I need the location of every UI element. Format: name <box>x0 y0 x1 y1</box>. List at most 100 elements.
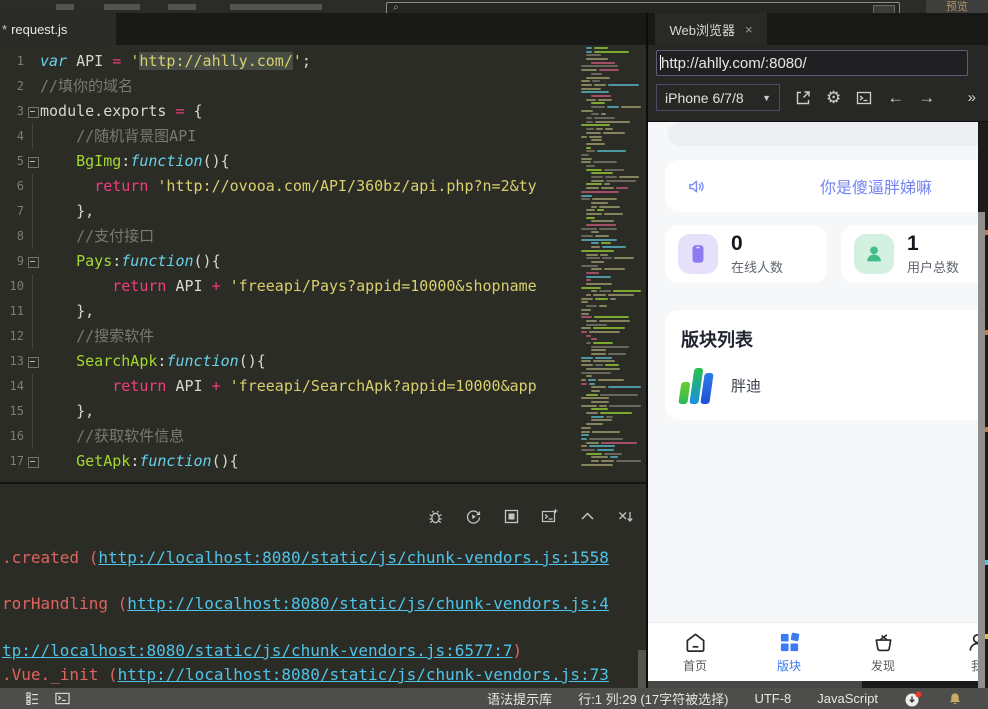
forward-icon[interactable]: → <box>918 88 935 108</box>
stacktrace-link[interactable]: http://localhost:8080/static/js/chunk-ve… <box>98 548 609 567</box>
code-line: 8 //支付接口 <box>0 224 646 249</box>
nav-label: 发现 <box>871 657 895 674</box>
restart-icon[interactable] <box>465 508 482 525</box>
url-text: http://ahlly.com/:8080/ <box>661 55 807 72</box>
nav-item-person[interactable]: 我 <box>930 623 978 682</box>
stacktrace-link[interactable]: http://localhost:8080/static/js/chunk-ve… <box>118 665 609 684</box>
stat-card: 0在线人数 <box>665 225 827 283</box>
device-select[interactable]: iPhone 6/7/8 ▼ <box>656 84 780 111</box>
fold-guide <box>24 224 40 249</box>
code-text: //随机背景图API <box>40 124 646 149</box>
editor-tabbar: * request.js <box>0 13 648 45</box>
code-text: //支付接口 <box>40 224 646 249</box>
tab-label: request.js <box>11 22 67 37</box>
code-line: 15 }, <box>0 399 646 424</box>
console-terminal-icon[interactable] <box>855 89 873 107</box>
board-logo-icon <box>678 366 721 404</box>
board-item[interactable]: 胖迪 <box>681 366 978 404</box>
language-status[interactable]: JavaScript <box>817 691 878 706</box>
settings-gear-icon[interactable]: ⚙ <box>826 88 841 108</box>
speaker-icon <box>687 177 706 196</box>
code-line: 4 //随机背景图API <box>0 124 646 149</box>
error-text: rorHandling ( <box>2 594 127 613</box>
modified-indicator: * <box>2 22 7 37</box>
code-text: }, <box>40 299 646 324</box>
update-download-icon[interactable] <box>904 691 922 707</box>
fold-marker-icon[interactable] <box>24 249 40 274</box>
console-panel: .created (http://localhost:8080/static/j… <box>0 482 648 690</box>
console-line: .Vue._init (http://localhost:8080/static… <box>2 665 609 687</box>
horizontal-scrollbar-thumb[interactable] <box>648 681 862 688</box>
clear-console-icon[interactable] <box>617 508 634 525</box>
console-scrollbar[interactable] <box>638 650 646 690</box>
code-line: 12 //搜索软件 <box>0 324 646 349</box>
more-chevron-icon[interactable]: » <box>968 84 976 111</box>
syntax-lib-status[interactable]: 语法提示库 <box>487 689 552 708</box>
outline-tree-icon[interactable] <box>26 692 39 705</box>
stacktrace-link[interactable]: tp://localhost:8080/static/js/chunk-vend… <box>2 641 513 660</box>
terminal-status-icon[interactable] <box>55 692 70 705</box>
close-icon[interactable]: × <box>745 22 753 37</box>
nav-label: 版块 <box>777 657 801 674</box>
fold-marker-icon[interactable] <box>24 449 40 474</box>
fold-guide <box>24 74 40 99</box>
stats-row: 0在线人数1用户总数 <box>665 225 978 283</box>
horizontal-scrollbar[interactable] <box>648 681 978 688</box>
fold-marker-icon[interactable] <box>24 149 40 174</box>
code-text: BgImg:function(){ <box>40 149 646 174</box>
nav-item-grid[interactable]: 版块 <box>742 623 836 682</box>
fold-marker-icon[interactable] <box>24 99 40 124</box>
announcement-text: 你是傻逼胖娣嘛 <box>820 174 932 198</box>
code-line: 13 SearchApk:function(){ <box>0 349 646 374</box>
terminal-new-icon[interactable] <box>541 508 558 525</box>
cursor-position-status[interactable]: 行:1 列:29 (17字符被选择) <box>578 689 728 708</box>
back-icon[interactable]: ← <box>887 88 904 108</box>
line-number: 5 <box>0 149 24 174</box>
statusbar-right: 语法提示库 行:1 列:29 (17字符被选择) UTF-8 JavaScrip… <box>487 689 962 708</box>
stacktrace-link[interactable]: http://localhost:8080/static/js/chunk-ve… <box>127 594 609 613</box>
phone-tabbar: 首页版块 发现 我 <box>648 622 978 682</box>
code-text: var API = 'http://ahlly.com/'; <box>40 49 646 74</box>
debug-icon[interactable] <box>427 508 444 525</box>
search-bar-stub[interactable] <box>668 122 978 146</box>
minimap[interactable] <box>579 47 641 479</box>
error-text: .created ( <box>2 548 98 567</box>
status-bar: 语法提示库 行:1 列:29 (17字符被选择) UTF-8 JavaScrip… <box>0 688 988 709</box>
vertical-scrollbar[interactable] <box>978 122 988 688</box>
collapse-panel-icon[interactable] <box>579 508 596 525</box>
stat-value: 0 <box>731 232 783 255</box>
code-text: }, <box>40 399 646 424</box>
nav-item-home[interactable]: 首页 <box>648 623 742 682</box>
announcement-bar[interactable]: 你是傻逼胖娣嘛 <box>665 160 978 212</box>
code-text: //获取软件信息 <box>40 424 646 449</box>
code-line: 10 return API + 'freeapi/Pays?appid=1000… <box>0 274 646 299</box>
notification-bell-icon[interactable] <box>948 692 962 706</box>
preview-button[interactable]: 预览 <box>926 0 988 13</box>
vertical-scrollbar-thumb[interactable] <box>978 212 985 688</box>
tab-web-browser[interactable]: Web浏览器 × <box>655 13 767 45</box>
line-number: 7 <box>0 199 24 224</box>
code-line: 2//填你的域名 <box>0 74 646 99</box>
encoding-status[interactable]: UTF-8 <box>754 691 791 706</box>
code-editor[interactable]: 1var API = 'http://ahlly.com/';2//填你的域名3… <box>0 45 648 482</box>
line-number: 13 <box>0 349 24 374</box>
person-icon <box>966 631 979 654</box>
nav-label: 我 <box>971 657 978 674</box>
code-line: 9 Pays:function(){ <box>0 249 646 274</box>
stat-value: 1 <box>907 232 959 255</box>
code-text: SearchApk:function(){ <box>40 349 646 374</box>
browser-preview: 你是傻逼胖娣嘛 0在线人数1用户总数 版块列表 胖迪 首页版块发现我 <box>648 122 988 688</box>
nav-item-basket[interactable]: 发现 <box>836 623 930 682</box>
fold-marker-icon[interactable] <box>24 349 40 374</box>
line-number: 8 <box>0 224 24 249</box>
hbuilderx-window: ⌕ 预览 * request.js 1var API = 'http://ahl… <box>0 0 988 709</box>
error-text: ) <box>513 641 523 660</box>
tab-request-js[interactable]: * request.js <box>0 13 116 45</box>
url-input[interactable]: http://ahlly.com/:8080/ <box>656 50 968 76</box>
console-line: .created (http://localhost:8080/static/j… <box>2 548 609 570</box>
open-external-icon[interactable] <box>794 89 812 107</box>
stop-icon[interactable] <box>503 508 520 525</box>
line-number: 12 <box>0 324 24 349</box>
code-line: 1var API = 'http://ahlly.com/'; <box>0 49 646 74</box>
line-number: 11 <box>0 299 24 324</box>
